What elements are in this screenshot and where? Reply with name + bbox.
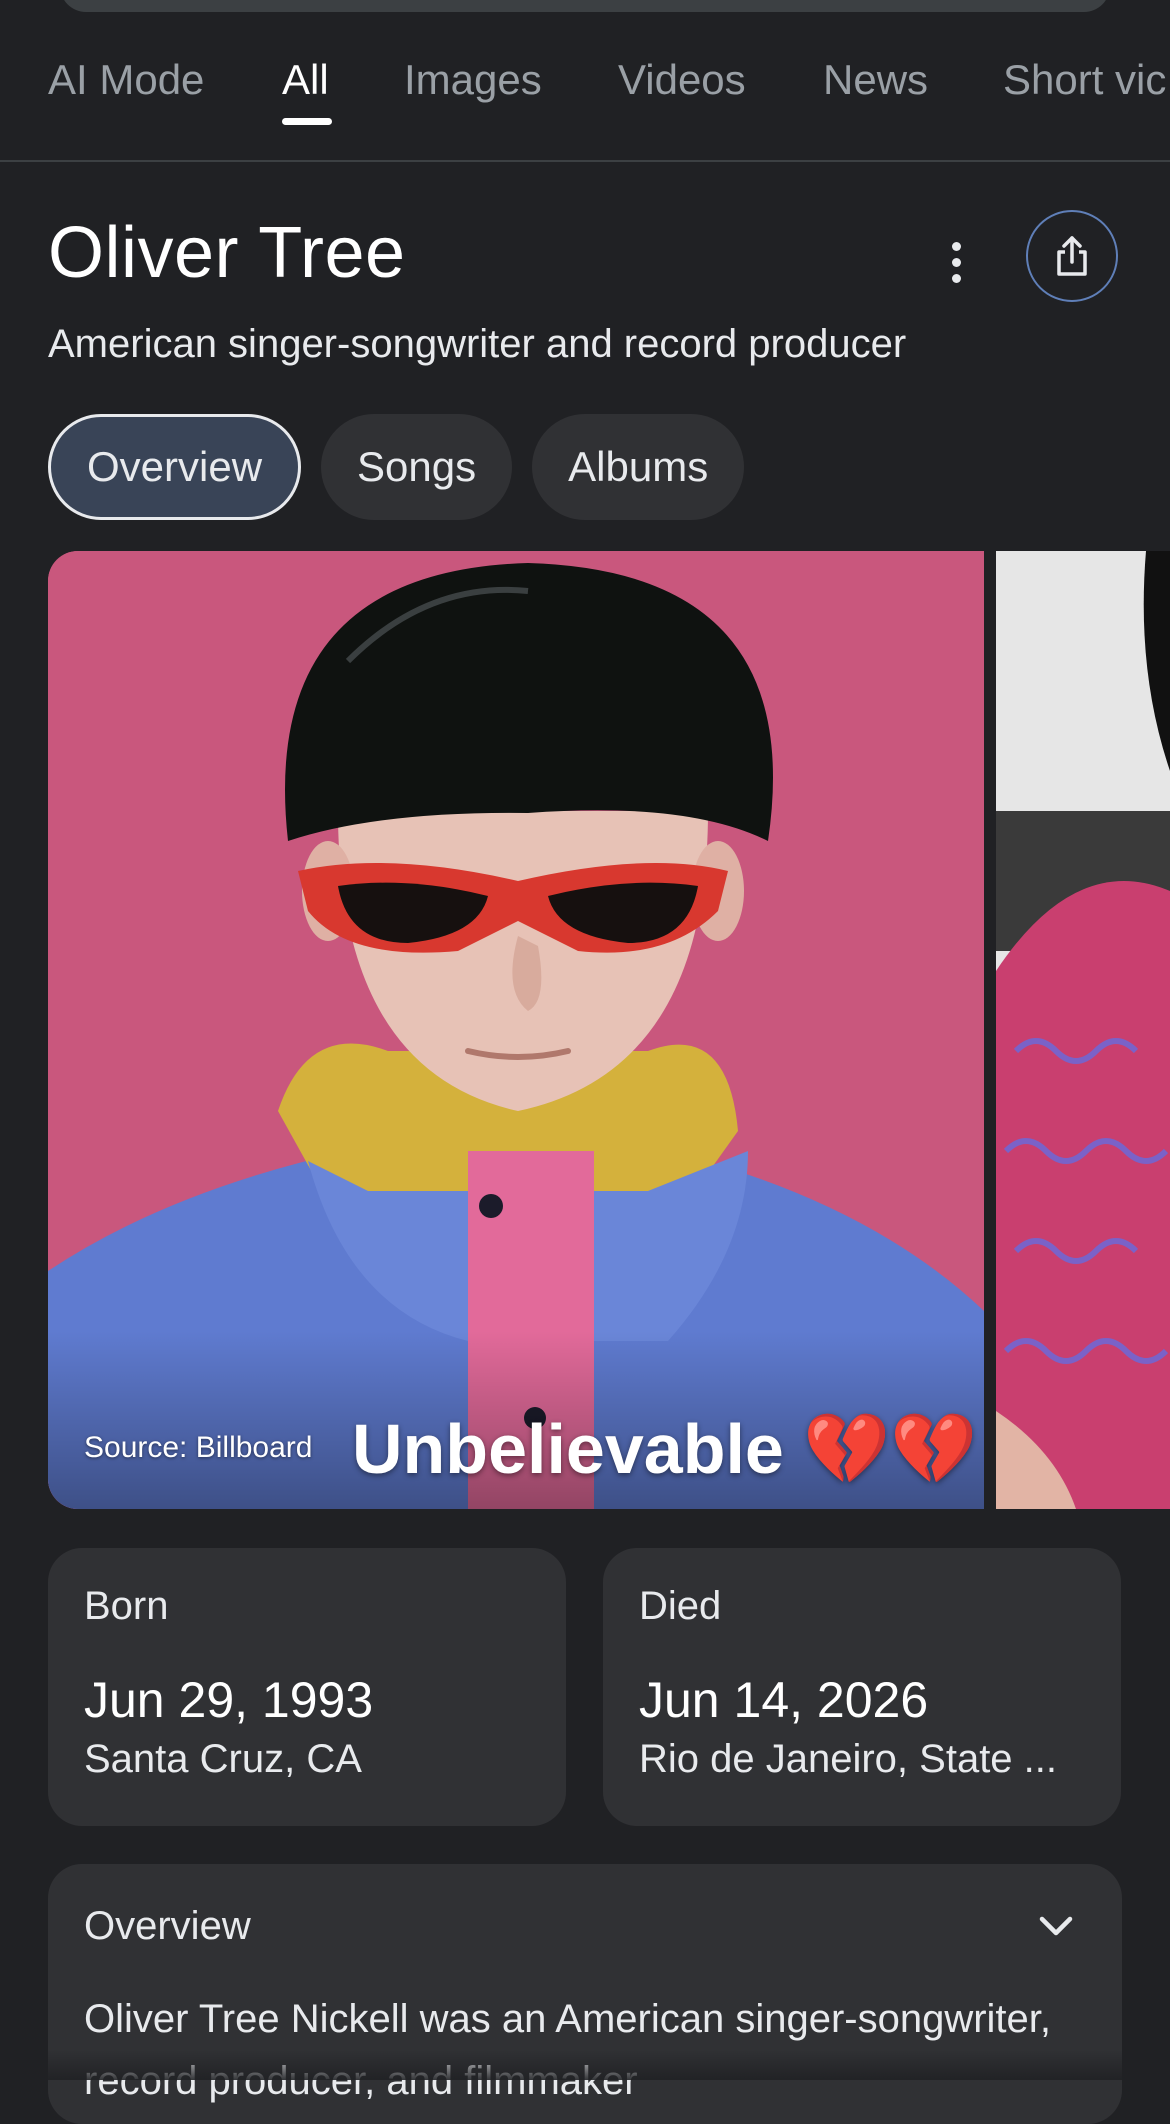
- born-card[interactable]: Born Jun 29, 1993 Santa Cruz, CA: [48, 1548, 566, 1826]
- more-options-button[interactable]: [936, 232, 976, 292]
- tab-news[interactable]: News: [823, 56, 928, 104]
- image-source-label: Source: Billboard: [84, 1431, 313, 1464]
- share-icon: [1057, 236, 1087, 276]
- entity-title: Oliver Tree: [48, 213, 406, 293]
- more-vert-icon: [951, 241, 961, 251]
- entity-chips: Overview Songs Albums: [48, 414, 745, 520]
- tab-images[interactable]: Images: [404, 56, 542, 104]
- search-tabs: AI Mode All Images Videos News Short vic: [0, 0, 1170, 162]
- tab-short-videos[interactable]: Short vic: [1003, 56, 1166, 104]
- second-portrait-illustration: [996, 551, 1170, 1509]
- tab-all[interactable]: All: [282, 56, 329, 104]
- chip-albums[interactable]: Albums: [532, 414, 745, 520]
- bottom-fade: [0, 2050, 1170, 2080]
- hero-image[interactable]: Source: Billboard Unbelievable 💔💔: [48, 551, 984, 1509]
- chip-overview[interactable]: Overview: [48, 414, 302, 520]
- died-card[interactable]: Died Jun 14, 2026 Rio de Janeiro, State …: [603, 1548, 1121, 1826]
- died-date: Jun 14, 2026: [639, 1672, 929, 1728]
- died-label: Died: [639, 1584, 722, 1628]
- born-place: Santa Cruz, CA: [84, 1737, 362, 1781]
- portrait-illustration: [48, 551, 984, 1509]
- active-tab-indicator: [282, 118, 332, 125]
- chip-songs[interactable]: Songs: [321, 414, 513, 520]
- overview-card[interactable]: Overview Oliver Tree Nickell was an Amer…: [48, 1864, 1122, 2124]
- born-date: Jun 29, 1993: [84, 1672, 374, 1728]
- entity-subtitle: American singer-songwriter and record pr…: [48, 322, 907, 366]
- second-image[interactable]: [996, 551, 1170, 1509]
- tab-videos[interactable]: Videos: [618, 56, 746, 104]
- died-place: Rio de Janeiro, State ...: [639, 1737, 1058, 1781]
- tab-ai-mode[interactable]: AI Mode: [48, 56, 204, 104]
- chevron-down-icon[interactable]: [1034, 1904, 1078, 1948]
- image-caption: Unbelievable 💔💔: [352, 1410, 978, 1488]
- born-label: Born: [84, 1584, 169, 1628]
- share-button[interactable]: [1026, 210, 1118, 302]
- overview-title: Overview: [84, 1904, 251, 1948]
